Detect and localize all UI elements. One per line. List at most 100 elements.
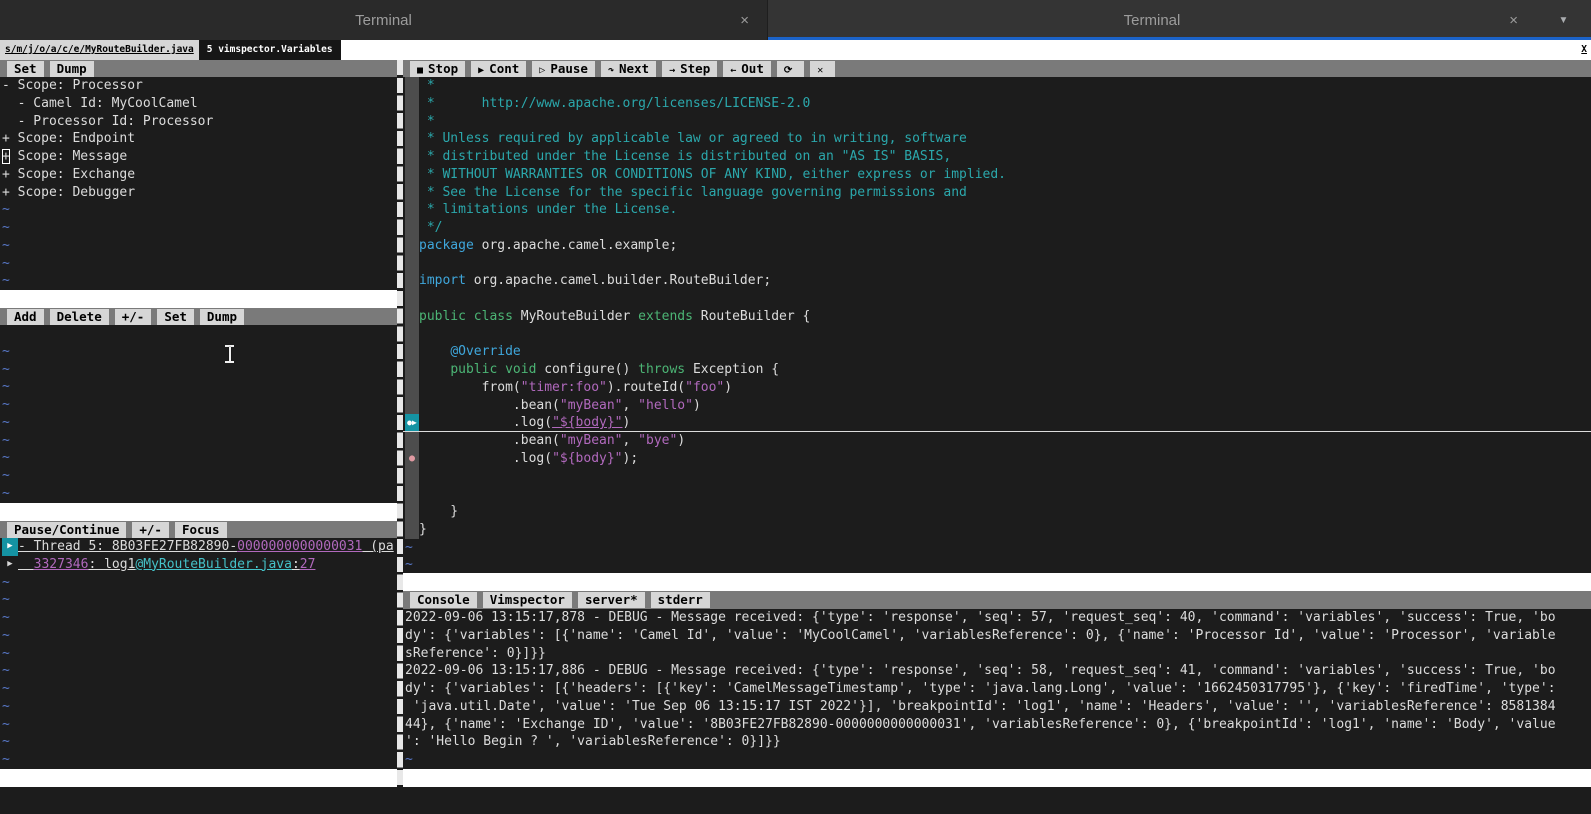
statusline-stacktrace: vimspector.StackTrace [RO] 1,1 All [0, 769, 397, 787]
close-icon[interactable]: × [1509, 12, 1518, 29]
debug-restart-icon-button[interactable]: ⟳ [777, 61, 804, 77]
code-line: * [403, 77, 1591, 95]
text-segment: ); [623, 451, 639, 466]
line-text: ~ [405, 751, 1591, 769]
terminal-tab-active[interactable]: Terminal × [768, 0, 1536, 40]
code-line: @Override [403, 343, 1591, 361]
stacktrace-pause-continue-button[interactable]: Pause/Continue [7, 522, 126, 538]
variables-dump-button[interactable]: Dump [50, 61, 94, 77]
stack-frame-line[interactable]: ▶- Thread 5: 8B03FE27FB82890-00000000000… [0, 538, 397, 556]
scope-tree-item[interactable]: - Camel Id: MyCoolCamel [0, 95, 397, 113]
empty-line: ~ [0, 751, 397, 769]
output-tab-server-button[interactable]: server* [578, 592, 645, 608]
vim-command-line[interactable] [0, 787, 1591, 814]
text-segment: ~ [2, 362, 10, 377]
debug-step-button[interactable]: →Step [662, 61, 717, 77]
text-segment: ~ [2, 734, 10, 749]
debug-stop-button[interactable]: ■Stop [410, 61, 465, 77]
sign-column [405, 343, 419, 361]
text-segment: public class [419, 309, 513, 324]
code-line: * limitations under the License. [403, 201, 1591, 219]
line-text: + Scope: Message [2, 148, 397, 166]
watches--button[interactable]: +/- [115, 309, 152, 325]
text-segment: 3327346 [34, 557, 89, 572]
debug-next-label: Next [619, 61, 649, 76]
stacktrace-winbar: Pause/Continue +/- Focus [0, 521, 397, 538]
watches-delete-label: Delete [57, 309, 102, 324]
current-instruction-icon[interactable]: ●▶ [405, 414, 419, 431]
text-segment: * Unless required by applicable law or a… [419, 131, 967, 146]
log-line: 2022-09-06 13:15:17,878 - DEBUG - Messag… [403, 609, 1591, 627]
empty-line: ~ [0, 485, 397, 503]
terminal-tab-inactive[interactable]: Terminal × [0, 0, 768, 40]
variables-winbar: Set Dump [0, 60, 397, 77]
empty-line: ~ [0, 414, 397, 432]
text-segment: * [419, 114, 435, 129]
variables-set-button[interactable]: Set [7, 61, 44, 77]
empty-line: ~ [0, 609, 397, 627]
output-tab-vimspector-button[interactable]: Vimspector [483, 592, 572, 608]
text-segment: ~ [2, 433, 10, 448]
stack-frame-line[interactable]: ▶ 3327346: log1@MyRouteBuilder.java:27 [0, 556, 397, 574]
screen: Terminal × Terminal × ▼ s/m/j/o/a/c/e/My… [0, 0, 1591, 814]
debug-toolbar: ■Stop ▶Cont ▷Pause ↷Next →Step ←Out ⟳ ✕ [403, 60, 1591, 77]
output-tab-console-button[interactable]: Console [410, 592, 477, 608]
debug-cont-button[interactable]: ▶Cont [471, 61, 526, 77]
line-text: ~ [2, 574, 397, 592]
text-segment: ) [677, 433, 685, 448]
text-segment: package [419, 238, 474, 253]
empty-line: ~ [0, 662, 397, 680]
vim-tab-close-button[interactable]: X [1577, 40, 1591, 60]
sign-column [405, 485, 419, 503]
text-segment: ~ [405, 557, 413, 572]
close-icon[interactable]: × [740, 12, 749, 29]
scope-tree-item[interactable]: + Scope: Message [0, 148, 397, 166]
code-line [403, 326, 1591, 344]
stacktrace--label: +/- [139, 522, 162, 537]
debug-close-icon-button[interactable]: ✕ [810, 61, 835, 77]
text-segment: : [292, 557, 300, 572]
stacktrace-window: ▶- Thread 5: 8B03FE27FB82890-00000000000… [0, 538, 397, 769]
tab-list-dropdown[interactable]: ▼ [1536, 0, 1591, 40]
text-segment: ~ [2, 256, 10, 271]
watches-add-button[interactable]: Add [7, 309, 44, 325]
code-line: * WITHOUT WARRANTIES OR CONDITIONS OF AN… [403, 166, 1591, 184]
watches-set-button[interactable]: Set [157, 309, 194, 325]
code-line: * http://www.apache.org/licenses/LICENSE… [403, 95, 1591, 113]
scope-tree-item[interactable]: + Scope: Exchange [0, 166, 397, 184]
line-text: 2022-09-06 13:15:17,878 - DEBUG - Messag… [405, 609, 1591, 627]
output-tab-console-label: Console [417, 592, 470, 607]
breakpoint-icon[interactable]: ● [405, 450, 419, 468]
stacktrace--button[interactable]: +/- [132, 522, 169, 538]
restart-icon: ⟳ [784, 65, 792, 76]
watches-dump-button[interactable]: Dump [200, 309, 244, 325]
line-text: ~ [2, 662, 397, 680]
scope-tree-item[interactable]: - Scope: Processor [0, 77, 397, 95]
line-text: ~ [2, 733, 397, 751]
vim-tab-vimspector-variables[interactable]: 5 vimspector.Variables [199, 40, 341, 60]
stacktrace-focus-button[interactable]: Focus [175, 522, 227, 538]
scope-tree-item[interactable]: - Processor Id: Processor [0, 113, 397, 131]
text-segment: "${body}" [552, 451, 622, 466]
debug-next-button[interactable]: ↷Next [601, 61, 656, 77]
output-tab-stderr-button[interactable]: stderr [651, 592, 710, 608]
empty-line: ~ [0, 361, 397, 379]
watches-delete-button[interactable]: Delete [50, 309, 109, 325]
text-segment: configure() [536, 362, 638, 377]
watch-line [0, 325, 397, 343]
vim-tab-myroutebuilder[interactable]: s/m/j/o/a/c/e/MyRouteBuilder.java [0, 40, 199, 60]
close-icon: ✕ [817, 65, 823, 76]
variables-set-label: Set [14, 61, 37, 76]
frame-icon[interactable]: ▶ [2, 556, 18, 574]
scope-tree-item[interactable]: + Scope: Endpoint [0, 130, 397, 148]
debug-out-button[interactable]: ←Out [723, 61, 771, 77]
statusline-output: _vimspector_log_Vimspector 123,1 Bot [403, 769, 1591, 787]
line-text: ~ [2, 378, 397, 396]
text-segment: , [623, 433, 639, 448]
line-text: */ [419, 219, 1591, 237]
debug-pause-button[interactable]: ▷Pause [532, 61, 595, 77]
current-thread-icon[interactable]: ▶ [2, 538, 18, 556]
terminal-tab-bar: Terminal × Terminal × ▼ [0, 0, 1591, 40]
scope-tree-item[interactable]: + Scope: Debugger [0, 184, 397, 202]
text-segment: ~ [405, 540, 413, 555]
